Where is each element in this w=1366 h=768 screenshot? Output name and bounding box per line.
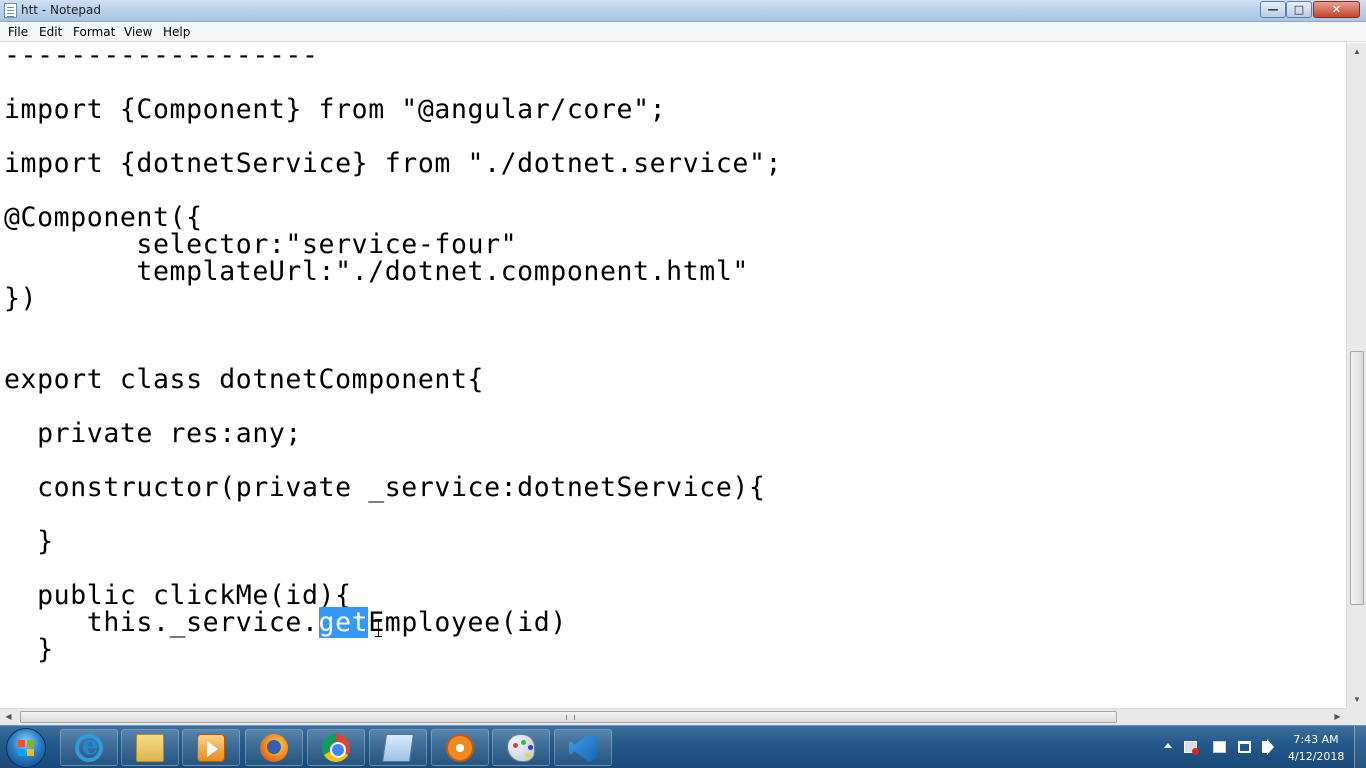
- scroll-up-icon[interactable]: ▲: [1347, 43, 1366, 60]
- title-bar: htt - Notepad — □ ✕: [0, 0, 1366, 22]
- start-button[interactable]: [6, 728, 46, 768]
- notepad-icon: [382, 734, 414, 762]
- media-player-icon: [197, 734, 225, 762]
- notepad-icon: [4, 3, 17, 18]
- code-line: private res:any;: [4, 418, 302, 449]
- network-icon[interactable]: [1238, 741, 1251, 753]
- system-tray: 7:43 AM 4/12/2018: [1160, 726, 1366, 768]
- menu-edit[interactable]: Edit: [39, 25, 62, 39]
- close-button[interactable]: ✕: [1313, 1, 1360, 18]
- clock-time[interactable]: 7:43 AM: [1288, 733, 1344, 746]
- taskbar-vscode[interactable]: [554, 729, 612, 766]
- code-line: }): [4, 283, 38, 314]
- vertical-scroll-thumb[interactable]: [1350, 351, 1364, 605]
- chrome-icon: [322, 734, 350, 762]
- taskbar-chrome[interactable]: [307, 729, 365, 766]
- action-center-flag-icon[interactable]: [1184, 741, 1199, 755]
- taskbar-notepad[interactable]: [369, 729, 427, 766]
- menu-file[interactable]: File: [8, 25, 28, 39]
- scroll-down-icon[interactable]: ▼: [1347, 691, 1366, 708]
- code-line: -------------------: [4, 43, 319, 71]
- show-hidden-icons-icon[interactable]: [1164, 743, 1172, 748]
- menu-format[interactable]: Format: [73, 25, 115, 39]
- taskbar-firefox[interactable]: [245, 729, 303, 766]
- menu-view[interactable]: View: [124, 25, 152, 39]
- text-cursor-icon: [375, 619, 382, 637]
- flower-app-icon: [446, 734, 474, 762]
- menu-help[interactable]: Help: [163, 25, 190, 39]
- firefox-icon: [260, 734, 288, 762]
- code-line: export class dotnetComponent{: [4, 364, 485, 395]
- maximize-button[interactable]: □: [1286, 1, 1312, 18]
- show-desktop-button[interactable]: [1354, 726, 1366, 768]
- taskbar-windows-explorer[interactable]: [121, 729, 179, 766]
- volume-icon[interactable]: [1262, 739, 1274, 755]
- scroll-right-icon[interactable]: ▶: [1329, 709, 1346, 725]
- code-line: import {dotnetService} from "./dotnet.se…: [4, 148, 783, 179]
- size-grip: [1346, 708, 1366, 725]
- taskbar-flower-app[interactable]: [431, 729, 489, 766]
- scroll-left-icon[interactable]: ◀: [0, 709, 17, 725]
- code-line: import {Component} from "@angular/core";: [4, 94, 667, 125]
- vertical-scrollbar[interactable]: ▲ ▼: [1346, 43, 1366, 708]
- clock-date[interactable]: 4/12/2018: [1288, 750, 1344, 763]
- code-line: templateUrl:"./dotnet.component.html": [4, 256, 749, 287]
- visual-studio-code-icon: [569, 734, 597, 762]
- code-line: }: [4, 634, 54, 665]
- code-line: }: [4, 526, 54, 557]
- text-editor[interactable]: ------------------- import {Component} f…: [0, 43, 1346, 708]
- taskbar: 7:43 AM 4/12/2018: [0, 725, 1366, 768]
- folder-icon: [136, 734, 164, 762]
- taskbar-paint[interactable]: [492, 729, 550, 766]
- code-line: constructor(private _service:dotnetServi…: [4, 472, 766, 503]
- menu-bar: File Edit Format View Help: [0, 22, 1366, 42]
- internet-explorer-icon: [75, 731, 103, 762]
- taskbar-media-player[interactable]: [182, 729, 240, 766]
- tray-document-icon[interactable]: [1213, 741, 1226, 753]
- selected-text: get: [318, 607, 369, 638]
- code-text: Employee(id): [368, 607, 567, 638]
- paint-palette-icon: [507, 734, 535, 762]
- horizontal-scrollbar[interactable]: ◀ ▶: [0, 708, 1346, 725]
- horizontal-scroll-thumb[interactable]: [20, 711, 1117, 723]
- window-title: htt - Notepad: [21, 3, 101, 17]
- code-line: this._service.getEmployee(id): [4, 607, 567, 638]
- minimize-button[interactable]: —: [1260, 1, 1286, 18]
- taskbar-internet-explorer[interactable]: [60, 729, 118, 766]
